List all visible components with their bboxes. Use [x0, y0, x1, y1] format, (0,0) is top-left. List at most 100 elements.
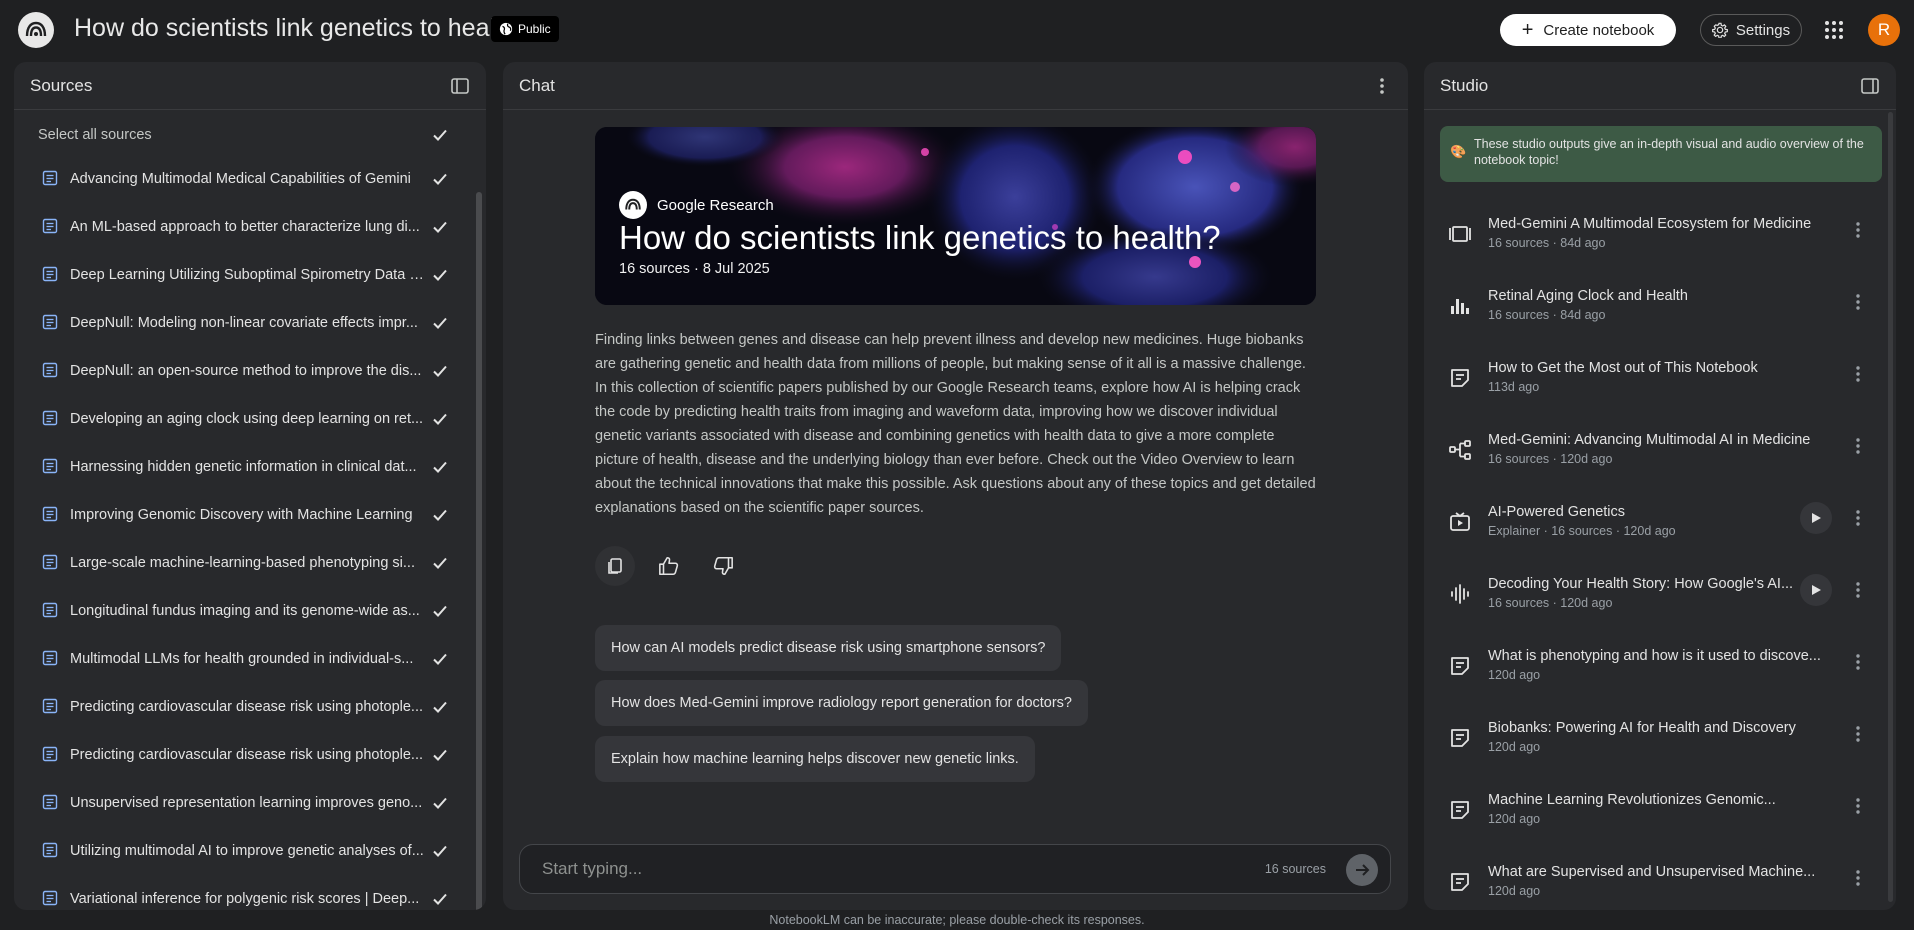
apps-grid-icon[interactable]: [1822, 18, 1846, 42]
source-checkbox[interactable]: [431, 266, 449, 284]
play-icon: [1812, 513, 1821, 523]
public-badge[interactable]: Public: [491, 16, 559, 42]
studio-item-meta: 16 sources · 84d ago: [1488, 308, 1606, 322]
source-item[interactable]: Advancing Multimodal Medical Capabilitie…: [14, 162, 476, 202]
source-item[interactable]: Longitudinal fundus imaging and its geno…: [14, 594, 476, 634]
studio-item-meta: Explainer · 16 sources · 120d ago: [1488, 524, 1676, 538]
more-vert-icon[interactable]: [1848, 580, 1868, 600]
source-item[interactable]: Predicting cardiovascular disease risk u…: [14, 738, 476, 778]
more-vert-icon[interactable]: [1848, 364, 1868, 384]
create-notebook-button[interactable]: + Create notebook: [1500, 14, 1676, 46]
source-title: Advancing Multimodal Medical Capabilitie…: [70, 171, 411, 187]
source-item[interactable]: Improving Genomic Discovery with Machine…: [14, 498, 476, 538]
more-vert-icon[interactable]: [1848, 652, 1868, 672]
create-notebook-label: Create notebook: [1543, 21, 1655, 39]
source-checkbox[interactable]: [431, 746, 449, 764]
document-icon: [42, 170, 58, 186]
source-title: Harnessing hidden genetic information in…: [70, 459, 417, 475]
suggested-question[interactable]: Explain how machine learning helps disco…: [595, 736, 1035, 782]
source-title: Predicting cardiovascular disease risk u…: [70, 747, 424, 763]
hero-title: How do scientists link genetics to healt…: [619, 219, 1221, 256]
studio-item[interactable]: AI-Powered Genetics Explainer · 16 source…: [1424, 496, 1886, 568]
thumbs-down-button[interactable]: [703, 546, 743, 586]
studio-item[interactable]: How to Get the Most out of This Notebook…: [1424, 352, 1886, 424]
sources-scrollbar[interactable]: [476, 192, 482, 910]
copy-button[interactable]: [595, 546, 635, 586]
page-title[interactable]: How do scientists link genetics to healt…: [74, 14, 530, 43]
source-item[interactable]: Large-scale machine-learning-based pheno…: [14, 546, 476, 586]
note-icon: [1451, 873, 1469, 891]
more-vert-icon[interactable]: [1848, 220, 1868, 240]
source-checkbox[interactable]: [431, 506, 449, 524]
select-all-checkbox[interactable]: [431, 126, 449, 144]
globe-icon: [499, 22, 513, 36]
select-all-row[interactable]: Select all sources: [14, 118, 476, 158]
note-icon: [1451, 729, 1469, 747]
thumbs-up-button[interactable]: [649, 546, 689, 586]
send-button[interactable]: [1346, 854, 1378, 886]
source-item[interactable]: Predicting cardiovascular disease risk u…: [14, 690, 476, 730]
source-item[interactable]: Deep Learning Utilizing Suboptimal Spiro…: [14, 258, 476, 298]
source-checkbox[interactable]: [431, 458, 449, 476]
document-icon: [42, 506, 58, 522]
source-checkbox[interactable]: [431, 890, 449, 908]
source-checkbox[interactable]: [431, 650, 449, 668]
play-button[interactable]: [1800, 502, 1832, 534]
more-vert-icon[interactable]: [1848, 436, 1868, 456]
avatar[interactable]: R: [1868, 14, 1900, 46]
source-item[interactable]: Utilizing multimodal AI to improve genet…: [14, 834, 476, 874]
google-research-logo-icon: [619, 191, 647, 219]
suggested-question[interactable]: How does Med-Gemini improve radiology re…: [595, 680, 1088, 726]
source-checkbox[interactable]: [431, 314, 449, 332]
studio-item-title: Machine Learning Revolutionizes Genomic.…: [1488, 792, 1776, 808]
play-button[interactable]: [1800, 574, 1832, 606]
source-checkbox[interactable]: [431, 698, 449, 716]
studio-scrollbar[interactable]: [1888, 112, 1893, 902]
studio-item[interactable]: Biobanks: Powering AI for Health and Dis…: [1424, 712, 1886, 784]
studio-item[interactable]: Med-Gemini A Multimodal Ecosystem for Me…: [1424, 208, 1886, 280]
source-checkbox[interactable]: [431, 218, 449, 236]
source-item[interactable]: Unsupervised representation learning imp…: [14, 786, 476, 826]
notebooklm-logo-icon[interactable]: [18, 12, 54, 48]
studio-item[interactable]: Retinal Aging Clock and Health 16 sources…: [1424, 280, 1886, 352]
source-checkbox[interactable]: [431, 554, 449, 572]
public-label: Public: [518, 22, 551, 36]
source-title: Developing an aging clock using deep lea…: [70, 411, 424, 427]
more-vert-icon[interactable]: [1848, 868, 1868, 888]
source-item[interactable]: Multimodal LLMs for health grounded in i…: [14, 642, 476, 682]
source-checkbox[interactable]: [431, 362, 449, 380]
arrow-right-icon: [1356, 864, 1370, 876]
settings-button[interactable]: Settings: [1700, 14, 1802, 46]
studio-item[interactable]: What is phenotyping and how is it used t…: [1424, 640, 1886, 712]
studio-item[interactable]: Med-Gemini: Advancing Multimodal AI in M…: [1424, 424, 1886, 496]
collapse-panel-icon[interactable]: [450, 76, 470, 96]
source-checkbox[interactable]: [431, 602, 449, 620]
source-item[interactable]: Harnessing hidden genetic information in…: [14, 450, 476, 490]
source-item[interactable]: Developing an aging clock using deep lea…: [14, 402, 476, 442]
source-item[interactable]: DeepNull: Modeling non-linear covariate …: [14, 306, 476, 346]
collapse-panel-icon[interactable]: [1860, 76, 1880, 96]
more-vert-icon[interactable]: [1848, 292, 1868, 312]
source-item[interactable]: Variational inference for polygenic risk…: [14, 882, 476, 910]
suggested-question[interactable]: How can AI models predict disease risk u…: [595, 625, 1062, 671]
more-vert-icon[interactable]: [1848, 796, 1868, 816]
chat-panel: Chat Google Research How do scientists l…: [503, 62, 1408, 910]
source-checkbox[interactable]: [431, 794, 449, 812]
source-item[interactable]: DeepNull: an open-source method to impro…: [14, 354, 476, 394]
source-checkbox[interactable]: [431, 842, 449, 860]
studio-item[interactable]: Decoding Your Health Story: How Google's…: [1424, 568, 1886, 640]
more-vert-icon[interactable]: [1848, 508, 1868, 528]
chat-input[interactable]: [542, 859, 1142, 879]
studio-item[interactable]: What are Supervised and Unsupervised Mac…: [1424, 856, 1886, 910]
source-checkbox[interactable]: [431, 170, 449, 188]
source-checkbox[interactable]: [431, 410, 449, 428]
studio-item-meta: 120d ago: [1488, 668, 1541, 682]
studio-banner-text: These studio outputs give an in-depth vi…: [1474, 137, 1864, 167]
more-vert-icon[interactable]: [1848, 724, 1868, 744]
studio-item[interactable]: Machine Learning Revolutionizes Genomic.…: [1424, 784, 1886, 856]
more-vert-icon[interactable]: [1372, 76, 1392, 96]
studio-item-title: What is phenotyping and how is it used t…: [1488, 648, 1821, 664]
source-title: Longitudinal fundus imaging and its geno…: [70, 603, 420, 619]
palette-icon: 🎨: [1450, 144, 1467, 159]
source-item[interactable]: An ML-based approach to better character…: [14, 210, 476, 250]
